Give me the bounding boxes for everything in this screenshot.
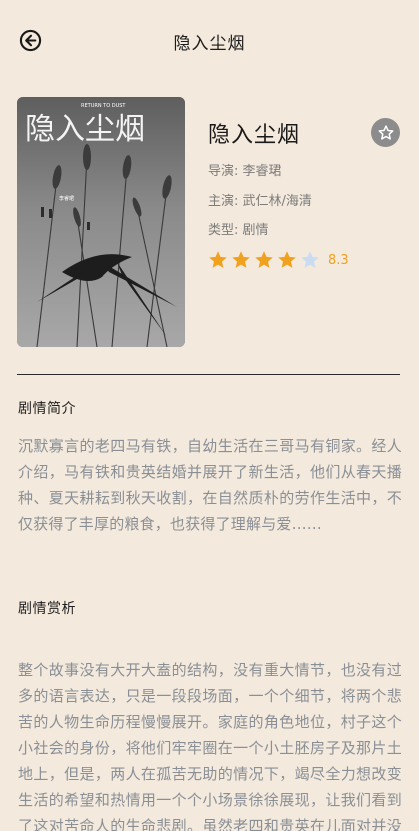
genre-info: 类型: 剧情	[208, 223, 269, 238]
divider	[17, 374, 400, 375]
director-info: 导演: 李睿珺	[208, 164, 282, 179]
movie-poster[interactable]: 隐入尘烟 RETURN TO DUST 李睿珺	[17, 97, 185, 347]
poster-title-art: 隐入尘烟	[25, 112, 145, 147]
synopsis-heading: 剧情简介	[18, 401, 76, 417]
star-empty-icon	[301, 251, 319, 268]
movie-title: 隐入尘烟	[208, 123, 301, 148]
poster-director-credit: 李睿珺	[59, 195, 74, 202]
page-title: 隐入尘烟	[173, 34, 246, 54]
star-filled-icon	[209, 251, 227, 268]
rating-row: 8.3	[208, 249, 349, 271]
review-text: 整个故事没有大开大盍的结构，没有重大情节，也没有过多的语言表达，只是一段段场面，…	[18, 661, 402, 831]
synopsis-text: 沉默寡言的老四马有铁，自幼生活在三哥马有铜家。经人介绍，马有铁和贵英结婚并展开了…	[18, 437, 402, 533]
star-filled-icon	[255, 251, 273, 268]
poster-english-title: RETURN TO DUST	[81, 103, 126, 109]
cast-info: 主演: 武仁林/海清	[208, 194, 312, 209]
rating-value: 8.3	[328, 252, 349, 268]
rating-stars	[208, 250, 323, 270]
favorite-button[interactable]	[371, 118, 400, 147]
top-bar: 隐入尘烟	[0, 0, 419, 82]
star-filled-icon	[232, 251, 250, 268]
review-heading: 剧情赏析	[18, 601, 76, 617]
star-outline-icon	[378, 124, 393, 140]
star-filled-icon	[278, 251, 296, 268]
